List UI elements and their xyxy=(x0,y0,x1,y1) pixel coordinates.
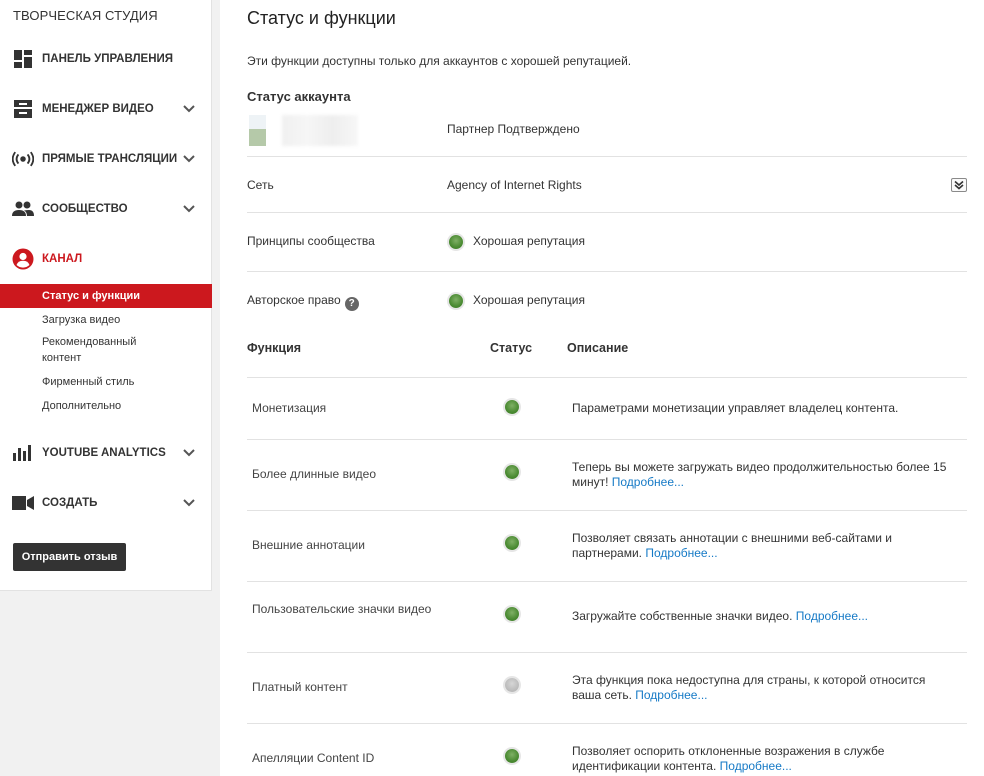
copyright-row-label: Авторское право? xyxy=(247,293,359,311)
feature-name: Платный контент xyxy=(252,680,348,694)
status-good-icon xyxy=(449,235,463,249)
dashboard-icon xyxy=(12,48,34,70)
feature-description: Позволяет связать аннотации с внешними в… xyxy=(572,531,952,561)
nav-community[interactable]: СООБЩЕСТВО xyxy=(0,197,212,221)
nav-label: ПАНЕЛЬ УПРАВЛЕНИЯ xyxy=(42,53,174,65)
nav-label: ПРЯМЫЕ ТРАНСЛЯЦИИ xyxy=(42,153,178,165)
nav-dashboard[interactable]: ПАНЕЛЬ УПРАВЛЕНИЯ xyxy=(0,47,212,71)
nav-analytics[interactable]: YOUTUBE ANALYTICS xyxy=(0,441,212,465)
divider xyxy=(247,581,967,582)
community-icon xyxy=(12,198,34,220)
divider xyxy=(247,723,967,724)
feature-description-text: Эта функция пока недоступна для страны, … xyxy=(572,673,926,702)
analytics-icon xyxy=(12,442,34,464)
divider xyxy=(247,439,967,440)
nav-label: КАНАЛ xyxy=(42,253,83,265)
create-camera-icon xyxy=(12,492,34,514)
nav-create[interactable]: СОЗДАТЬ xyxy=(0,491,212,515)
community-guidelines-label: Принципы сообщества xyxy=(247,234,375,248)
copyright-value: Хорошая репутация xyxy=(473,293,585,307)
divider xyxy=(247,271,967,272)
copyright-label: Авторское право xyxy=(247,293,341,307)
learn-more-link[interactable]: Подробнее... xyxy=(635,688,707,702)
nav-label: СОЗДАТЬ xyxy=(42,497,98,509)
nav-label: YOUTUBE ANALYTICS xyxy=(42,447,166,459)
chevron-down-icon[interactable] xyxy=(182,202,196,216)
status-good-icon xyxy=(505,400,519,414)
main-content: Статус и функции Эти функции доступны то… xyxy=(220,0,984,776)
status-good-icon xyxy=(505,536,519,550)
feature-description: Загружайте собственные значки видео. Под… xyxy=(572,609,952,624)
feature-description: Теперь вы можете загружать видео продолж… xyxy=(572,460,952,490)
chevron-down-icon[interactable] xyxy=(182,496,196,510)
status-good-icon xyxy=(505,749,519,763)
feature-description-text: Загружайте собственные значки видео. xyxy=(572,609,793,623)
feature-description-text: Позволяет связать аннотации с внешними в… xyxy=(572,531,892,560)
status-good-icon xyxy=(505,607,519,621)
nav-label: МЕНЕДЖЕР ВИДЕО xyxy=(42,103,154,115)
status-good-icon xyxy=(505,465,519,479)
feature-name: Более длинные видео xyxy=(252,467,376,481)
learn-more-link[interactable]: Подробнее... xyxy=(720,759,792,773)
nav-label: СООБЩЕСТВО xyxy=(42,203,128,215)
divider xyxy=(247,652,967,653)
nav-live[interactable]: ПРЯМЫЕ ТРАНСЛЯЦИИ xyxy=(0,147,212,171)
divider xyxy=(247,156,967,157)
status-good-icon xyxy=(449,294,463,308)
nav-video-manager[interactable]: МЕНЕДЖЕР ВИДЕО xyxy=(0,97,212,121)
help-icon[interactable]: ? xyxy=(344,296,359,311)
page-title: Статус и функции xyxy=(247,8,396,28)
learn-more-link[interactable]: Подробнее... xyxy=(796,609,868,623)
divider xyxy=(247,510,967,511)
feature-description: Эта функция пока недоступна для страны, … xyxy=(572,673,952,703)
feature-description: Параметрами монетизации управляет владел… xyxy=(572,401,952,416)
divider xyxy=(247,212,967,213)
feature-name: Апелляции Content ID xyxy=(252,751,375,765)
feature-name: Внешние аннотации xyxy=(252,538,365,552)
nav-channel[interactable]: КАНАЛ xyxy=(0,247,212,271)
subnav-status-features[interactable]: Статус и функции xyxy=(0,284,212,308)
community-guidelines-value: Хорошая репутация xyxy=(473,234,585,248)
channel-icon xyxy=(12,248,34,270)
chevron-down-icon[interactable] xyxy=(182,102,196,116)
subnav-advanced[interactable]: Дополнительно xyxy=(0,398,212,414)
expand-icon[interactable] xyxy=(951,178,967,192)
feature-name: Пользовательские значки видео xyxy=(252,602,432,616)
feature-name: Монетизация xyxy=(252,401,327,415)
studio-title: ТВОРЧЕСКАЯ СТУДИЯ xyxy=(13,8,158,23)
network-value: Agency of Internet Rights xyxy=(447,178,582,192)
send-feedback-button[interactable]: Отправить отзыв xyxy=(13,543,126,571)
network-label: Сеть xyxy=(247,178,274,192)
channel-name-redacted xyxy=(282,115,358,146)
page-intro: Эти функции доступны только для аккаунто… xyxy=(247,54,632,68)
subnav-upload-defaults[interactable]: Загрузка видео xyxy=(0,312,212,328)
live-broadcast-icon xyxy=(12,148,34,170)
account-status-heading: Статус аккаунта xyxy=(247,89,351,104)
chevron-down-icon[interactable] xyxy=(182,446,196,460)
divider xyxy=(247,377,967,378)
feature-description: Позволяет оспорить отклоненные возражени… xyxy=(572,744,952,774)
table-header-description: Описание xyxy=(567,341,629,355)
subnav-featured-content[interactable]: Рекомендованный контент xyxy=(0,334,160,366)
chevron-down-icon[interactable] xyxy=(182,152,196,166)
table-header-feature: Функция xyxy=(247,341,302,355)
subnav-branding[interactable]: Фирменный стиль xyxy=(0,374,212,390)
table-header-status: Статус xyxy=(490,341,533,355)
sidebar: ТВОРЧЕСКАЯ СТУДИЯ ПАНЕЛЬ УПРАВЛЕНИЯ МЕНЕ… xyxy=(0,0,212,591)
account-status-value: Партнер Подтверждено xyxy=(447,122,580,136)
feature-description-text: Параметрами монетизации управляет владел… xyxy=(572,401,899,415)
video-manager-icon xyxy=(12,98,34,120)
learn-more-link[interactable]: Подробнее... xyxy=(645,546,717,560)
status-unavailable-icon xyxy=(505,678,519,692)
learn-more-link[interactable]: Подробнее... xyxy=(612,475,684,489)
channel-avatar xyxy=(249,115,266,146)
